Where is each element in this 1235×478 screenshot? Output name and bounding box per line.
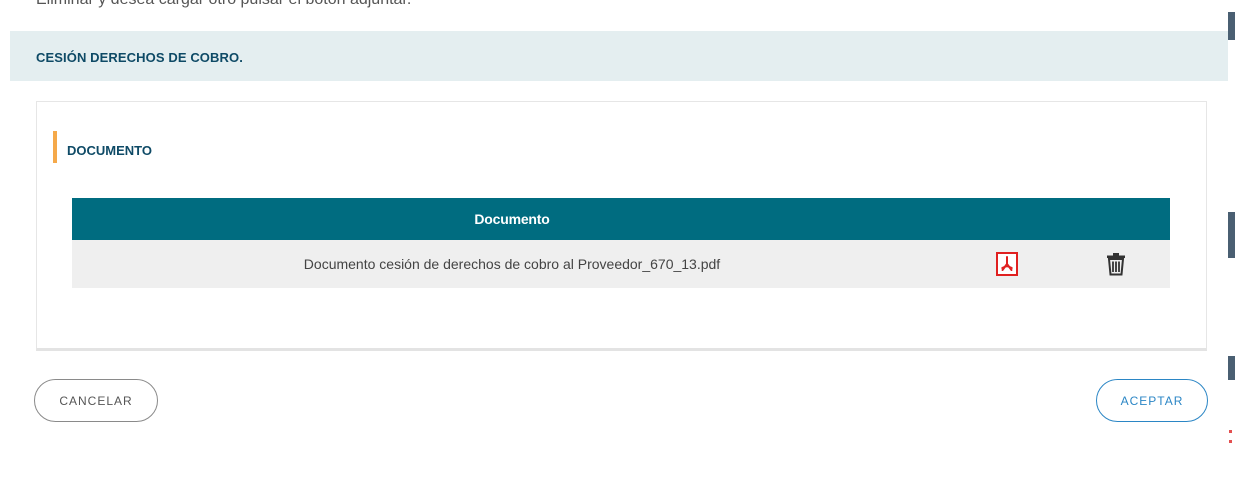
modal-title: CESIÓN DERECHOS DE COBRO. [36,50,243,65]
document-card: DOCUMENTO Documento Documento cesión de … [36,101,1207,351]
edge-segment [1228,12,1235,40]
document-name: Documento cesión de derechos de cobro al… [303,256,721,272]
edge-segment [1228,356,1235,380]
partial-instruction-text: Eliminar y desea cargar otro pulsar el b… [0,0,1228,14]
edge-marker [1229,430,1232,433]
trash-icon[interactable] [1105,252,1127,276]
column-header-documento: Documento [474,211,550,227]
section-accent-bar [53,131,57,163]
edge-segment [1228,212,1235,258]
table-row: Documento cesión de derechos de cobro al… [72,240,1170,288]
instruction-text: Eliminar y desea cargar otro pulsar el b… [36,0,411,9]
modal-header: CESIÓN DERECHOS DE COBRO. [10,31,1228,81]
pdf-cell [952,252,1062,276]
accept-button[interactable]: ACEPTAR [1096,379,1208,422]
pdf-icon[interactable] [996,252,1018,276]
background-window-edge [1228,0,1235,478]
table-header: Documento [72,198,1170,240]
cancel-button[interactable]: CANCELAR [34,379,158,422]
document-table: Documento Documento cesión de derechos d… [72,198,1170,288]
delete-cell [1062,252,1170,276]
section-title: DOCUMENTO [67,143,152,158]
edge-marker [1229,440,1232,443]
